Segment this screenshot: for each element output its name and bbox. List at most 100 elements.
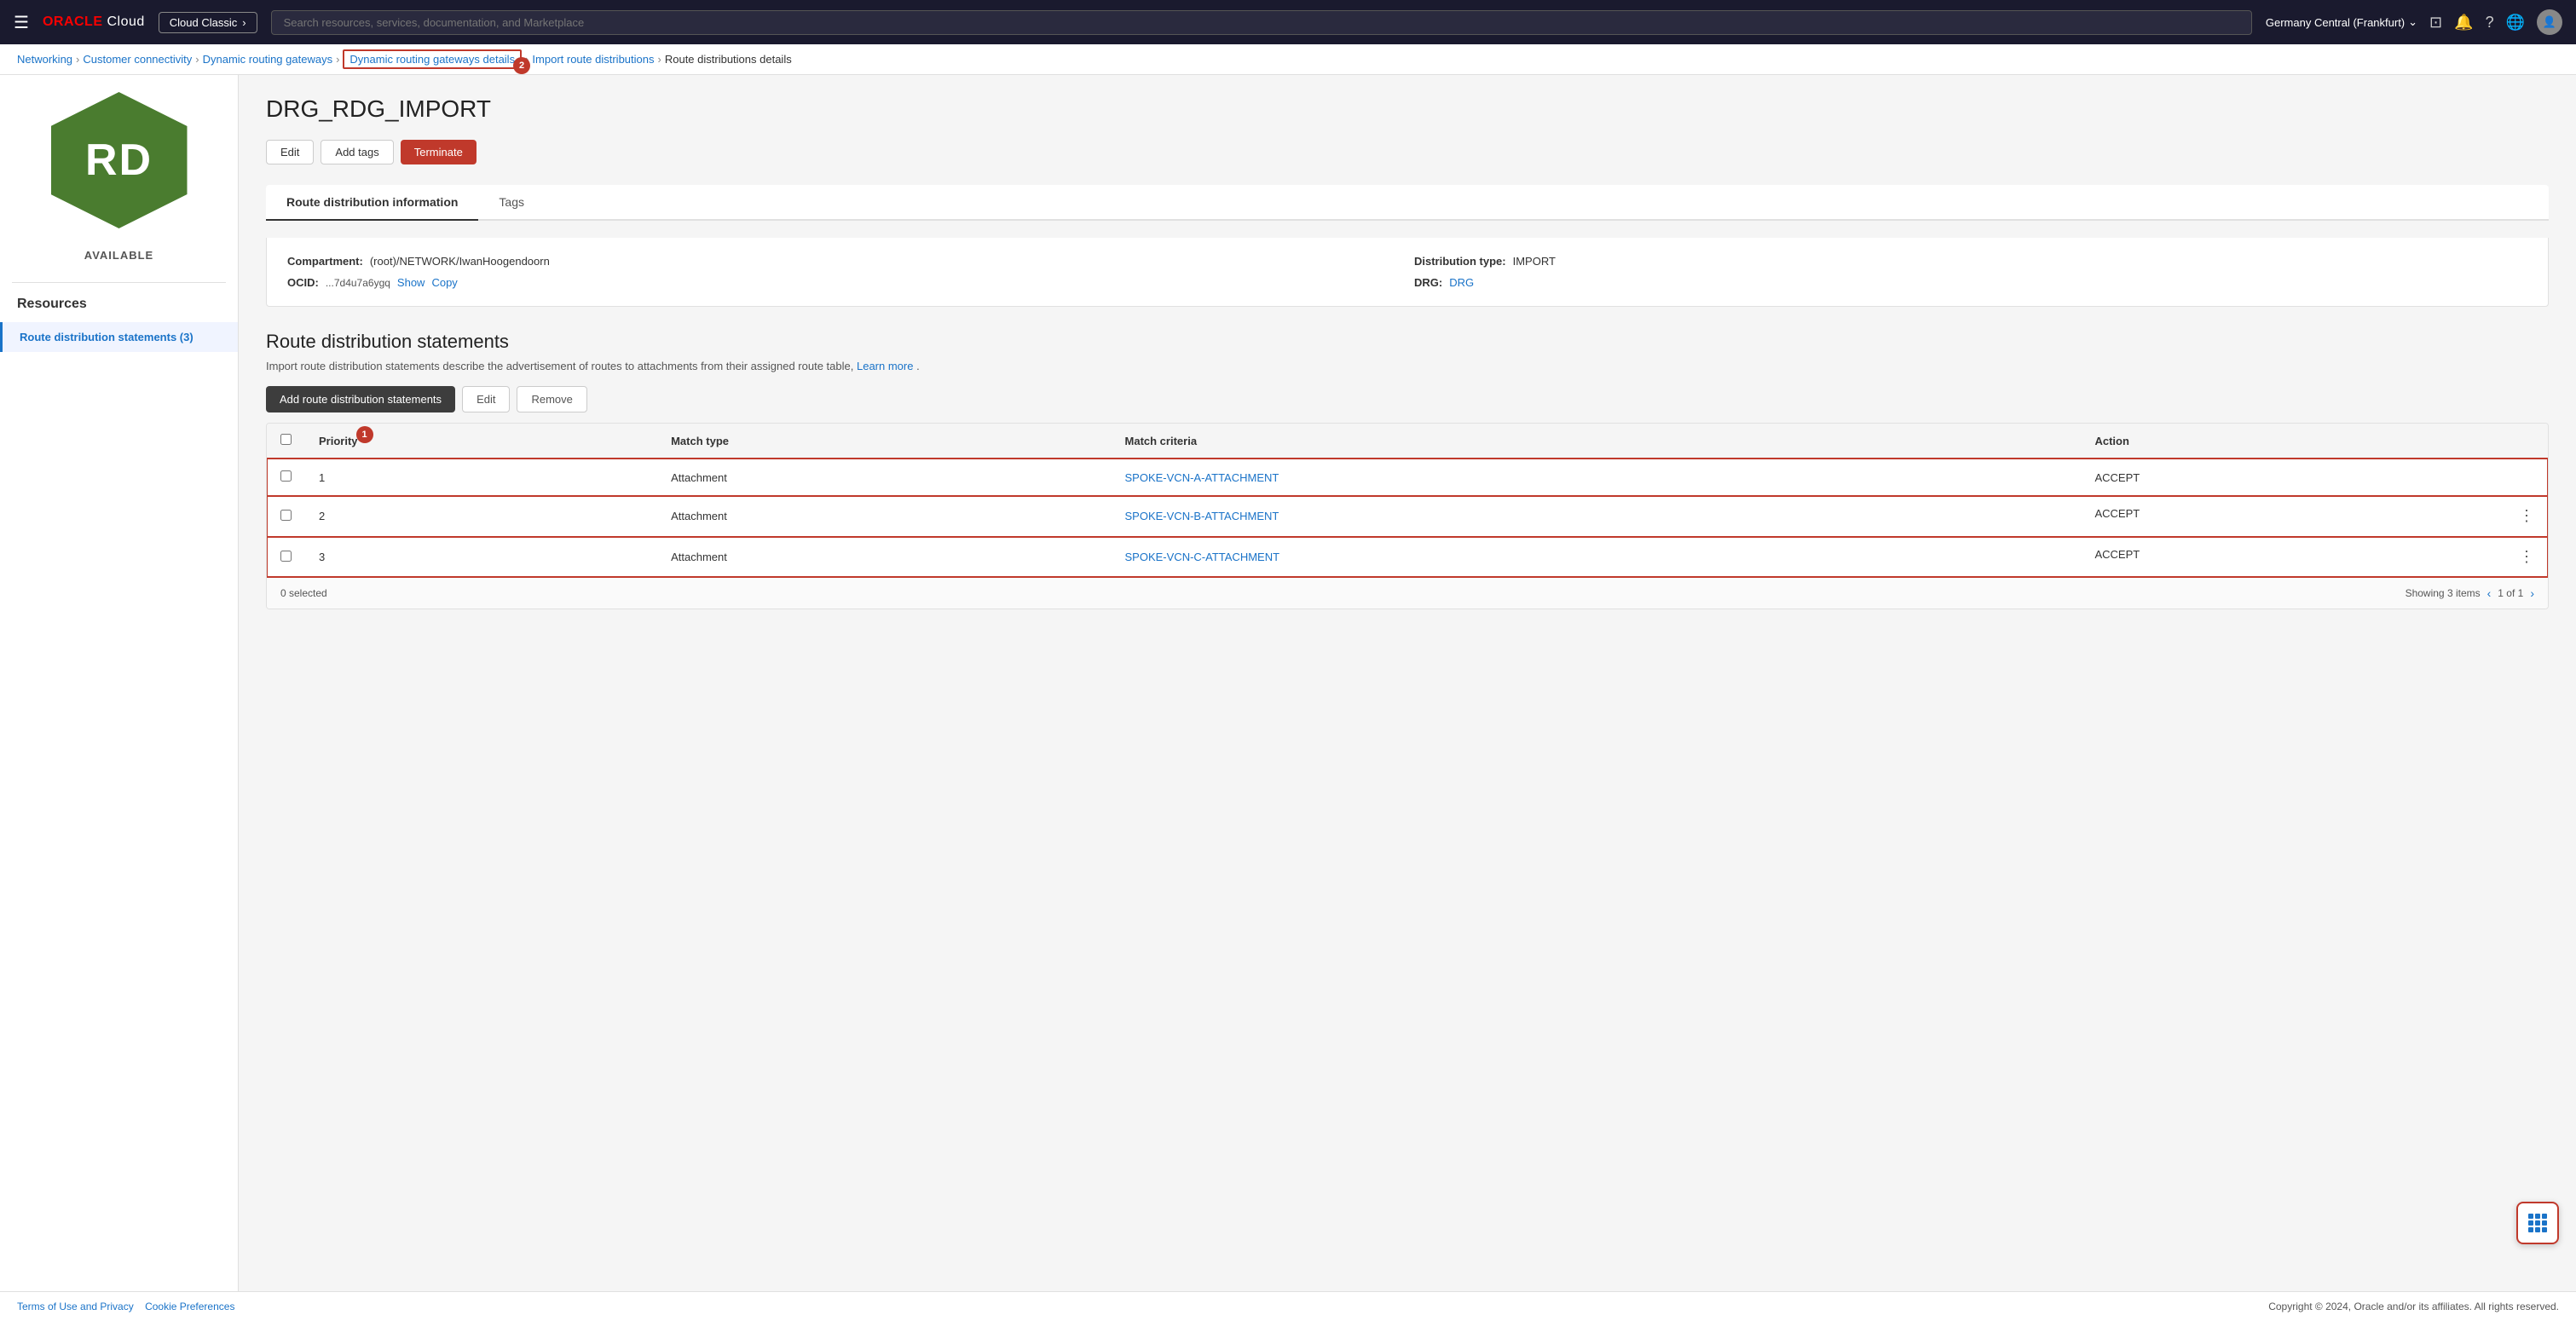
- row2-match-criteria-link[interactable]: SPOKE-VCN-B-ATTACHMENT: [1125, 510, 1279, 522]
- resource-status: AVAILABLE: [84, 249, 153, 262]
- row3-match-criteria-link[interactable]: SPOKE-VCN-C-ATTACHMENT: [1125, 551, 1280, 563]
- add-route-distribution-statements-button[interactable]: Add route distribution statements: [266, 386, 455, 412]
- selected-count: 0 selected: [280, 587, 327, 599]
- breadcrumb-sep-2: ›: [195, 53, 199, 66]
- row3-match-criteria: SPOKE-VCN-C-ATTACHMENT: [1112, 537, 2082, 578]
- table-footer: 0 selected Showing 3 items ‹ 1 of 1 ›: [267, 577, 2548, 609]
- hamburger-icon[interactable]: ☰: [14, 12, 29, 33]
- ocid-show-link[interactable]: Show: [397, 276, 425, 289]
- oracle-logo: ORACLE Cloud: [43, 14, 145, 30]
- breadcrumb-customer-connectivity[interactable]: Customer connectivity: [83, 53, 192, 66]
- breadcrumb-dynamic-routing-gateways-details[interactable]: Dynamic routing gateways details: [343, 49, 522, 69]
- edit-button[interactable]: Edit: [266, 140, 314, 164]
- compartment-row: Compartment: (root)/NETWORK/IwanHoogendo…: [287, 255, 1401, 268]
- add-tags-button[interactable]: Add tags: [321, 140, 393, 164]
- nav-right-icons: Germany Central (Frankfurt) ⌄ ⊡ 🔔 ? 🌐 👤: [2266, 9, 2562, 35]
- row1-match-criteria-link[interactable]: SPOKE-VCN-A-ATTACHMENT: [1125, 471, 1279, 484]
- terms-link[interactable]: Terms of Use and Privacy: [17, 1301, 134, 1312]
- showing-items: Showing 3 items: [2406, 587, 2481, 599]
- distribution-type-value: IMPORT: [1513, 255, 1556, 268]
- priority-badge-1: 1: [356, 426, 373, 443]
- top-navigation: ☰ ORACLE Cloud Cloud Classic › Germany C…: [0, 0, 2576, 44]
- row3-match-type: Attachment: [657, 537, 1111, 578]
- select-all-checkbox[interactable]: [280, 434, 292, 445]
- globe-icon[interactable]: 🌐: [2506, 14, 2525, 32]
- cloud-classic-button[interactable]: Cloud Classic ›: [159, 12, 257, 33]
- sidebar-divider: [12, 282, 226, 283]
- sidebar-icon-wrapper: RD: [51, 92, 188, 228]
- help-apps-button[interactable]: [2516, 1202, 2559, 1244]
- table-header-priority: Priority 1: [305, 424, 657, 459]
- oracle-text: ORACLE Cloud: [43, 14, 145, 30]
- action-bar: Edit Add tags Terminate: [266, 140, 2549, 164]
- row3-action: ACCEPT ⋮: [2081, 537, 2548, 578]
- footer-left: Terms of Use and Privacy Cookie Preferen…: [17, 1301, 234, 1312]
- row3-checkbox-cell: [267, 537, 305, 578]
- breadcrumb-networking[interactable]: Networking: [17, 53, 72, 66]
- pagination: Showing 3 items ‹ 1 of 1 ›: [2406, 586, 2534, 600]
- terminate-button[interactable]: Terminate: [401, 140, 477, 164]
- breadcrumb-sep-1: ›: [76, 53, 79, 66]
- table-row: 3 Attachment SPOKE-VCN-C-ATTACHMENT ACCE…: [267, 537, 2548, 578]
- page-info: 1 of 1: [2498, 587, 2523, 599]
- table-toolbar: Add route distribution statements Edit R…: [266, 386, 2549, 412]
- sidebar: RD AVAILABLE Resources Route distributio…: [0, 75, 239, 1291]
- distribution-type-label: Distribution type:: [1414, 255, 1506, 268]
- distribution-type-row: Distribution type: IMPORT: [1414, 255, 2527, 268]
- row3-checkbox[interactable]: [280, 551, 292, 562]
- row2-priority: 2: [305, 496, 657, 537]
- avatar[interactable]: 👤: [2537, 9, 2562, 35]
- row1-checkbox[interactable]: [280, 470, 292, 482]
- main-content: DRG_RDG_IMPORT Edit Add tags Terminate R…: [239, 75, 2576, 1291]
- ocid-copy-link[interactable]: Copy: [431, 276, 457, 289]
- table-header-action: Action: [2081, 424, 2548, 459]
- statements-section-desc: Import route distribution statements des…: [266, 360, 2549, 372]
- row1-action: ACCEPT: [2081, 459, 2548, 496]
- table-header-match-criteria: Match criteria: [1112, 424, 2082, 459]
- row1-checkbox-cell: [267, 459, 305, 496]
- search-input[interactable]: [271, 10, 2252, 35]
- row2-action: ACCEPT ⋮: [2081, 496, 2548, 537]
- resource-hexagon-icon: RD: [51, 92, 188, 228]
- row2-match-type: Attachment: [657, 496, 1111, 537]
- resources-label: Resources: [0, 297, 87, 312]
- breadcrumb-import-route-distributions[interactable]: Import route distributions: [532, 53, 654, 66]
- tab-tags[interactable]: Tags: [478, 185, 545, 221]
- table-header-match-type: Match type: [657, 424, 1111, 459]
- sidebar-item-route-distribution-statements[interactable]: Route distribution statements (3): [0, 322, 238, 352]
- screen-icon[interactable]: ⊡: [2429, 14, 2442, 32]
- help-icon[interactable]: ?: [2486, 14, 2494, 32]
- row3-priority: 3: [305, 537, 657, 578]
- bell-icon[interactable]: 🔔: [2454, 14, 2473, 32]
- breadcrumb-sep-5: ›: [658, 53, 661, 66]
- region-selector[interactable]: Germany Central (Frankfurt) ⌄: [2266, 15, 2417, 29]
- info-tabs: Route distribution information Tags: [266, 185, 2549, 221]
- ocid-value: ...7d4u7a6ygq: [326, 277, 390, 289]
- drg-row: DRG: DRG: [1414, 276, 2527, 289]
- statements-table: Priority 1 Match type Match criteria Act…: [266, 423, 2549, 609]
- learn-more-link[interactable]: Learn more: [857, 360, 913, 372]
- table-row: 2 Attachment SPOKE-VCN-B-ATTACHMENT ACCE…: [267, 496, 2548, 537]
- drg-link[interactable]: DRG: [1449, 276, 1474, 289]
- table-row: 1 Attachment SPOKE-VCN-A-ATTACHMENT ACCE…: [267, 459, 2548, 496]
- table-edit-button[interactable]: Edit: [462, 386, 510, 412]
- row3-kebab-menu[interactable]: ⋮: [2519, 548, 2534, 566]
- prev-page-button[interactable]: ‹: [2487, 586, 2492, 600]
- page-footer: Terms of Use and Privacy Cookie Preferen…: [0, 1291, 2576, 1321]
- table-remove-button[interactable]: Remove: [517, 386, 586, 412]
- table-header-checkbox: [267, 424, 305, 459]
- row2-checkbox[interactable]: [280, 510, 292, 521]
- breadcrumb-sep-3: ›: [336, 53, 339, 66]
- compartment-value: (root)/NETWORK/IwanHoogendoorn: [370, 255, 550, 268]
- row1-match-type: Attachment: [657, 459, 1111, 496]
- compartment-label: Compartment:: [287, 255, 363, 268]
- row2-kebab-menu[interactable]: ⋮: [2519, 507, 2534, 525]
- breadcrumb-dynamic-routing-gateways[interactable]: Dynamic routing gateways: [203, 53, 332, 66]
- breadcrumb: Networking › Customer connectivity › Dyn…: [0, 44, 2576, 75]
- tab-route-distribution-information[interactable]: Route distribution information: [266, 185, 478, 221]
- page-title: DRG_RDG_IMPORT: [266, 95, 2549, 123]
- main-layout: RD AVAILABLE Resources Route distributio…: [0, 75, 2576, 1291]
- next-page-button[interactable]: ›: [2530, 586, 2534, 600]
- breadcrumb-route-distributions-details: Route distributions details: [665, 53, 792, 66]
- cookie-link[interactable]: Cookie Preferences: [145, 1301, 234, 1312]
